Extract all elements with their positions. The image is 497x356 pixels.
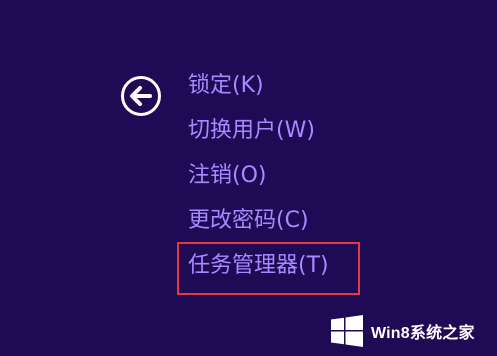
back-arrow-circle-icon bbox=[121, 76, 161, 116]
menu-item-lock[interactable]: 锁定(K) bbox=[188, 70, 329, 115]
menu-item-label: 更改密码(C) bbox=[188, 208, 309, 233]
menu-item-sign-out[interactable]: 注销(O) bbox=[188, 160, 329, 205]
menu-item-label: 锁定(K) bbox=[188, 73, 264, 98]
menu-item-label: 切换用户(W) bbox=[188, 118, 315, 143]
menu-item-task-manager[interactable]: 任务管理器(T) bbox=[188, 250, 329, 295]
menu-item-change-password[interactable]: 更改密码(C) bbox=[188, 205, 329, 250]
menu-item-label: 任务管理器(T) bbox=[188, 253, 329, 278]
back-button[interactable] bbox=[120, 75, 162, 117]
menu-item-label: 注销(O) bbox=[188, 163, 267, 188]
windows-logo-icon bbox=[331, 315, 363, 347]
watermark-text: Win8系统之家 bbox=[371, 325, 475, 342]
watermark: Win8系统之家 bbox=[331, 313, 475, 349]
security-options-menu: 锁定(K) 切换用户(W) 注销(O) 更改密码(C) 任务管理器(T) bbox=[188, 70, 329, 295]
menu-item-switch-user[interactable]: 切换用户(W) bbox=[188, 115, 329, 160]
